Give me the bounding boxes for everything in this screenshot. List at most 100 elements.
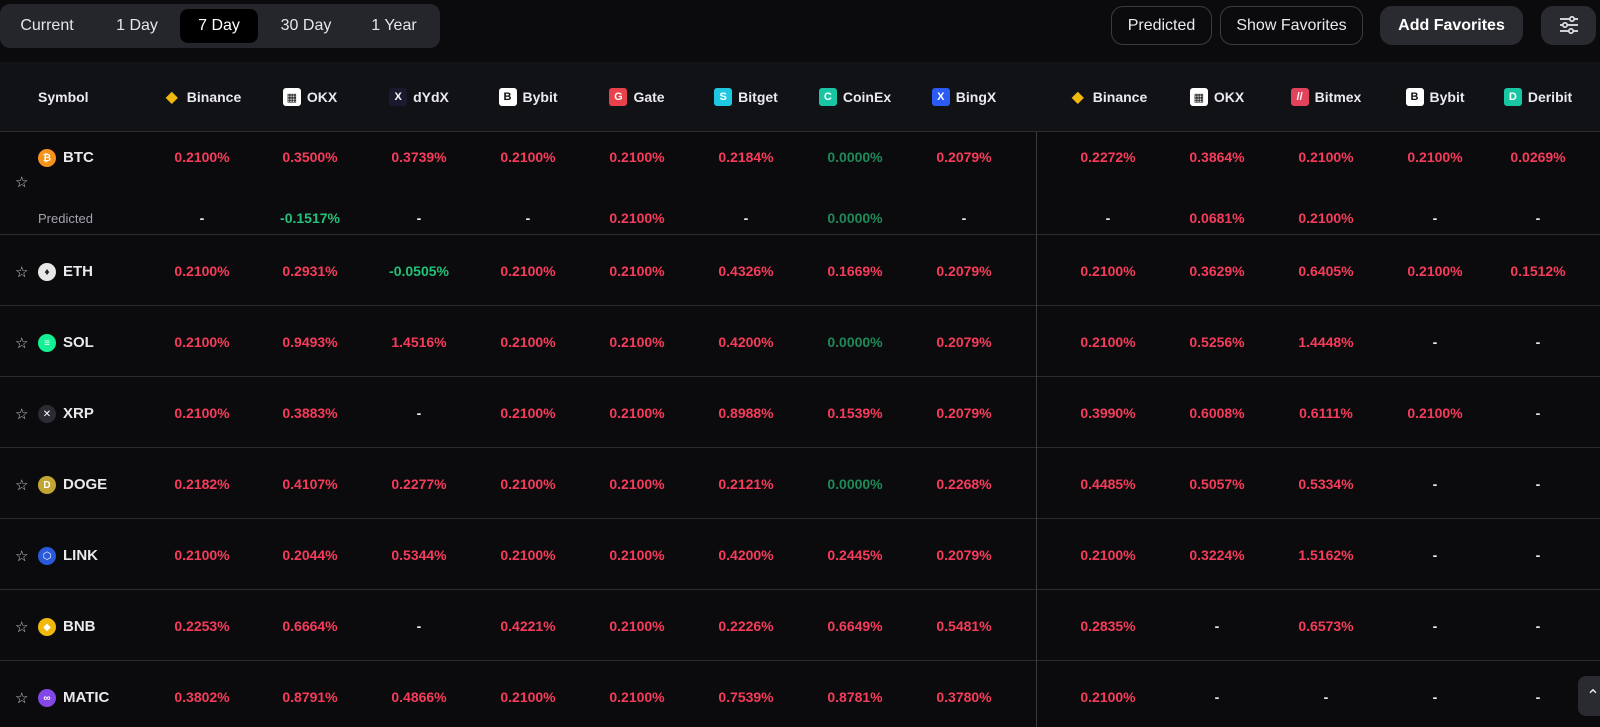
rate-cell: 0.1512%	[1510, 263, 1566, 279]
rate-cell: 0.6111%	[1299, 405, 1353, 421]
column-header-bitget-5[interactable]: S Bitget	[691, 62, 801, 132]
rate-cell: 0.0000%	[827, 334, 883, 350]
rate-cell: 0.2100%	[609, 149, 665, 165]
rate-cell: 0.2277%	[391, 476, 447, 492]
chainlink-icon: ⬡	[38, 547, 56, 565]
rate-cell: 0.2079%	[936, 263, 992, 279]
symbol-label[interactable]: DOGE	[63, 476, 107, 493]
gate-icon: G	[609, 88, 628, 106]
exchange-name: Binance	[1092, 89, 1148, 105]
coinex-icon: C	[818, 88, 837, 106]
rate-cell: 0.5057%	[1189, 476, 1245, 492]
rate-cell: 0.2079%	[936, 149, 992, 165]
rate-cell: 0.2100%	[609, 334, 665, 350]
rate-cell: 0.2100%	[174, 149, 230, 165]
rate-cell: 0.3224%	[1189, 547, 1245, 563]
scroll-to-top-button[interactable]: ⌃	[1578, 676, 1600, 716]
predicted-rate-cell: -	[1105, 210, 1111, 226]
exchange-name: dYdX	[413, 89, 449, 105]
add-favorites-button[interactable]: Add Favorites	[1380, 6, 1523, 45]
rate-cell: 0.2121%	[718, 476, 774, 492]
rate-cell: 0.0000%	[827, 476, 883, 492]
symbol-label[interactable]: BNB	[63, 618, 96, 635]
favorite-star-icon[interactable]: ☆	[15, 549, 31, 565]
okx-icon: ▦	[282, 88, 301, 106]
rate-cell: -	[1432, 689, 1438, 705]
favorite-star-icon[interactable]: ☆	[15, 478, 31, 494]
favorite-star-icon[interactable]: ☆	[15, 620, 31, 636]
column-header-coinex-6[interactable]: C CoinEx	[800, 62, 910, 132]
tab-1-year[interactable]: 1 Year	[352, 9, 436, 43]
rate-cell: 0.2100%	[500, 263, 556, 279]
favorite-star-icon[interactable]: ☆	[15, 407, 31, 423]
period-tabs: Current 1 Day 7 Day 30 Day 1 Year	[0, 4, 440, 48]
column-header-bybit-3[interactable]: B Bybit	[473, 62, 583, 132]
table-row-link: ☆ ⬡ LINK 0.2100% 0.2044% 0.5344% 0.2100% 0.2100…	[0, 520, 1600, 590]
tab-1-day[interactable]: 1 Day	[100, 9, 174, 43]
rate-cell: 0.2100%	[500, 334, 556, 350]
predicted-button[interactable]: Predicted	[1111, 6, 1212, 45]
bybit-icon: B	[498, 88, 517, 106]
predicted-rate-cell: 0.2100%	[609, 210, 665, 226]
favorite-star-icon[interactable]: ☆	[15, 336, 31, 352]
predicted-row-label: Predicted	[38, 211, 93, 226]
symbol-label[interactable]: XRP	[63, 405, 94, 422]
column-header-bingx-7[interactable]: X BingX	[909, 62, 1019, 132]
symbol-label[interactable]: BTC	[63, 149, 94, 166]
rate-cell: 0.9493%	[282, 334, 338, 350]
rate-cell: 1.4448%	[1298, 334, 1354, 350]
table-header: Symbol ◆ Binance ▦ OKX XdYdX B Bybit G Gate S Bitg…	[0, 62, 1600, 132]
rate-cell: 0.5344%	[391, 547, 447, 563]
top-toolbar: Current 1 Day 7 Day 30 Day 1 Year Predic…	[0, 0, 1600, 62]
rate-cell: -	[1535, 618, 1541, 634]
symbol-label[interactable]: MATIC	[63, 689, 109, 706]
column-header-binance-0[interactable]: ◆ Binance	[147, 62, 257, 132]
column-header-binance-8[interactable]: ◆ Binance	[1053, 62, 1163, 132]
favorite-star-icon[interactable]: ☆	[15, 691, 31, 707]
predicted-rate-cell: 0.0000%	[827, 210, 883, 226]
exchange-name: Gate	[633, 89, 665, 105]
rate-cell: 0.2100%	[1080, 263, 1136, 279]
rate-cell: 0.2100%	[1407, 405, 1463, 421]
rate-cell: 0.2100%	[500, 689, 556, 705]
rate-cell: 0.4107%	[282, 476, 338, 492]
rate-cell: 0.2226%	[718, 618, 774, 634]
rate-cell: -0.0505%	[389, 263, 449, 279]
tab-current[interactable]: Current	[4, 9, 90, 43]
column-group-divider	[1036, 132, 1037, 727]
column-header-dydx-2[interactable]: XdYdX	[364, 62, 474, 132]
rate-cell: 0.2100%	[174, 334, 230, 350]
rate-cell: -	[416, 618, 422, 634]
rate-cell: 0.2182%	[174, 476, 230, 492]
column-header-symbol[interactable]: Symbol	[38, 62, 138, 132]
column-header-okx-1[interactable]: ▦ OKX	[255, 62, 365, 132]
rate-cell: 0.5256%	[1189, 334, 1245, 350]
rate-cell: 0.2079%	[936, 405, 992, 421]
column-header-bybit-11[interactable]: B Bybit	[1380, 62, 1490, 132]
tab-30-day[interactable]: 30 Day	[262, 9, 350, 43]
column-header-deribit-12[interactable]: D Deribit	[1483, 62, 1593, 132]
favorite-star-icon[interactable]: ☆	[15, 175, 31, 191]
ethereum-icon: ♦	[38, 263, 56, 281]
rate-cell: 0.2100%	[609, 263, 665, 279]
favorite-star-icon[interactable]: ☆	[15, 265, 31, 281]
symbol-label[interactable]: LINK	[63, 547, 98, 564]
rate-cell: 0.2268%	[936, 476, 992, 492]
symbol-label[interactable]: ETH	[63, 263, 93, 280]
settings-button[interactable]	[1541, 6, 1596, 45]
column-header-bitmex-10[interactable]: // Bitmex	[1271, 62, 1381, 132]
exchange-name: CoinEx	[842, 89, 892, 105]
tab-7-day[interactable]: 7 Day	[180, 9, 258, 43]
predicted-rate-cell: -	[199, 210, 205, 226]
symbol-label[interactable]: SOL	[63, 334, 94, 351]
okx-icon: ▦	[1189, 88, 1208, 106]
bnb-icon: ◆	[38, 618, 56, 636]
column-header-gate-4[interactable]: G Gate	[582, 62, 692, 132]
predicted-rate-cell: -	[416, 210, 422, 226]
rate-cell: 0.2079%	[936, 547, 992, 563]
show-favorites-button[interactable]: Show Favorites	[1220, 6, 1363, 45]
predicted-rate-cell: 0.2100%	[1298, 210, 1354, 226]
bybit-icon: B	[1405, 88, 1424, 106]
bitmex-icon: //	[1290, 88, 1309, 106]
column-header-okx-9[interactable]: ▦ OKX	[1162, 62, 1272, 132]
